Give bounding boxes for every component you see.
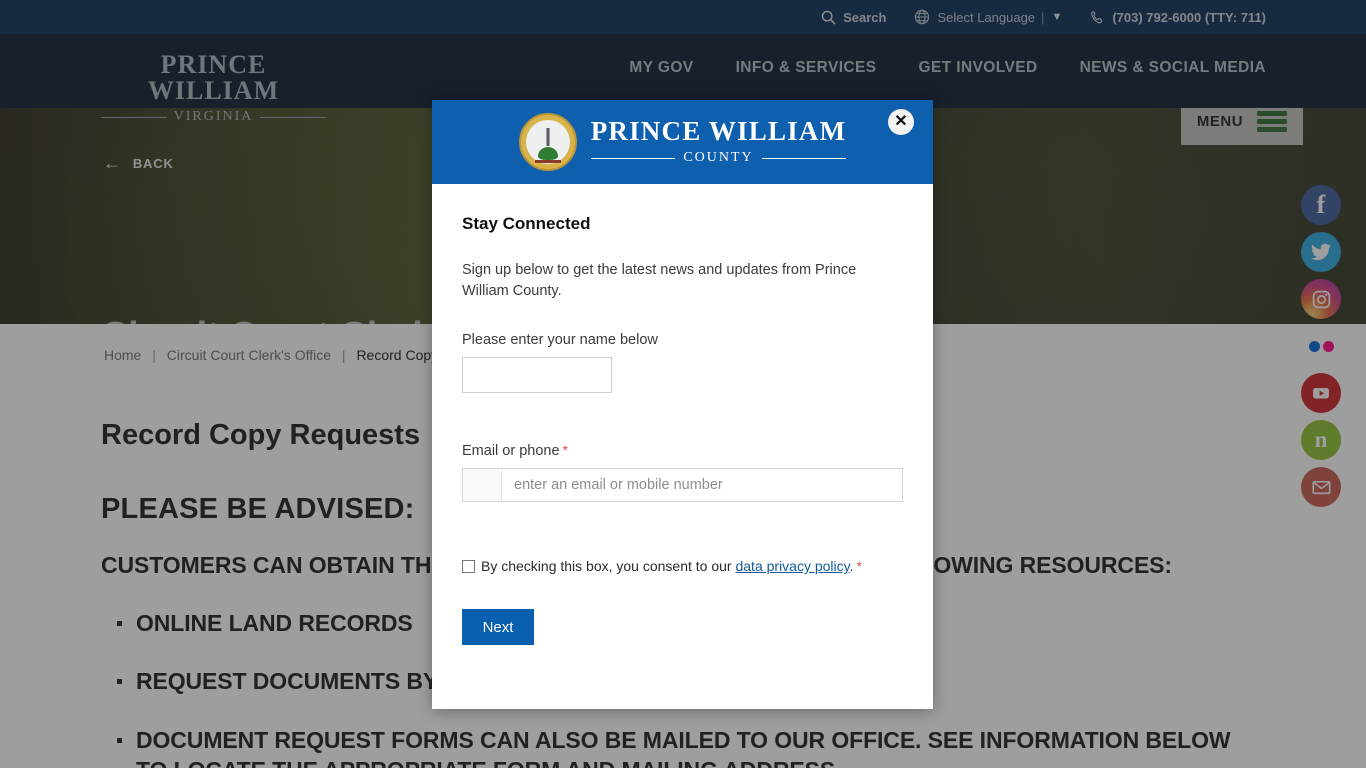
contact-input-group — [462, 468, 903, 503]
required-indicator: * — [562, 442, 568, 459]
seal-base — [534, 160, 561, 163]
consent-checkbox[interactable] — [462, 560, 475, 574]
consent-text-before: By checking this box, you consent to our — [481, 558, 732, 575]
form-spacer — [462, 393, 903, 442]
name-field-label: Please enter your name below — [462, 332, 658, 349]
consent-required-indicator: * — [856, 558, 862, 575]
modal-logo-sub: COUNTY — [683, 150, 754, 165]
modal-logo-main: PRINCE WILLIAM — [590, 116, 847, 146]
modal-header: PRINCE WILLIAM COUNTY ✕ — [432, 100, 933, 184]
page-root: Search Select Language | ▼ (703) 792-600… — [0, 0, 1366, 768]
consent-text-after: . — [849, 558, 854, 575]
close-icon[interactable]: ✕ — [888, 109, 914, 135]
country-prefix-selector[interactable] — [463, 469, 502, 502]
modal-body: Stay Connected Sign up below to get the … — [432, 184, 933, 646]
modal-logo-rule-right — [761, 157, 847, 159]
seal-pillar — [546, 128, 550, 146]
contact-field-label: Email or phone * — [462, 442, 903, 459]
modal-intro-text: Sign up below to get the latest news and… — [462, 262, 857, 300]
consent-text: By checking this box, you consent to our… — [481, 558, 862, 574]
contact-label-text: Email or phone — [462, 443, 560, 460]
modal-logo-sub-wrap: COUNTY — [590, 150, 847, 166]
data-privacy-policy-link[interactable]: data privacy policy — [735, 558, 849, 574]
modal-logo: PRINCE WILLIAM COUNTY — [590, 116, 847, 166]
consent-row: By checking this box, you consent to our… — [462, 558, 903, 574]
modal-heading: Stay Connected — [462, 214, 591, 233]
modal-logo-rule-left — [590, 157, 676, 159]
contact-input[interactable] — [502, 469, 902, 502]
name-input[interactable] — [462, 357, 612, 394]
stay-connected-modal: PRINCE WILLIAM COUNTY ✕ Stay Connected S… — [432, 100, 933, 709]
seal-plant — [537, 147, 558, 160]
county-seal-icon — [518, 113, 577, 171]
next-button[interactable]: Next — [462, 609, 534, 646]
